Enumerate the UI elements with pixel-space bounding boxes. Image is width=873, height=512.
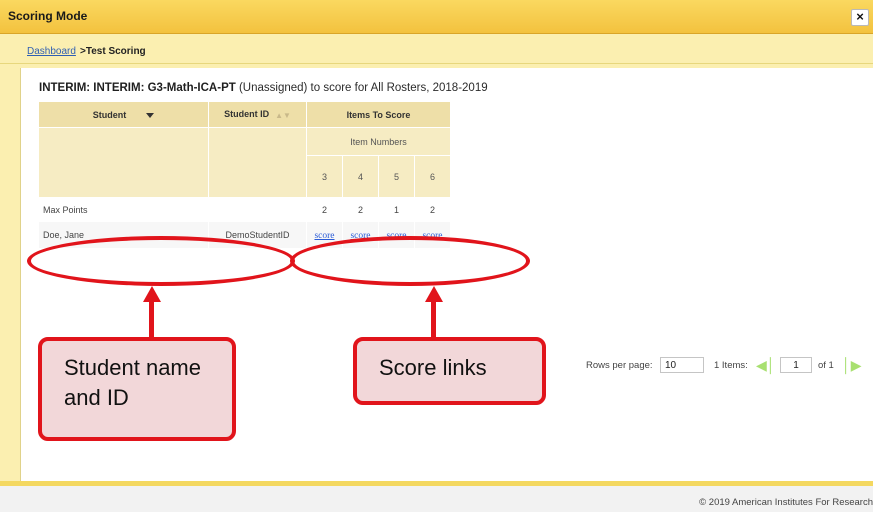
sort-icon[interactable]: ▲▼	[275, 111, 291, 120]
max-points-value: 2	[306, 197, 343, 222]
student-highlight-oval	[27, 236, 295, 286]
header-student[interactable]: Student	[38, 101, 209, 128]
scoring-table: Student Student ID ▲▼ Items To Score Item…	[38, 101, 451, 249]
max-points-value: 1	[378, 197, 415, 222]
arrow-shaft	[149, 300, 154, 340]
header-student-id-label: Student ID	[224, 109, 270, 120]
next-page-icon[interactable]: │▶	[842, 357, 862, 374]
max-points-row: Max Points 2 2 1 2	[38, 197, 451, 222]
header-student-label: Student	[92, 109, 127, 120]
breadcrumb-current: >Test Scoring	[80, 46, 146, 57]
title-bar: Scoring Mode ×	[0, 0, 873, 34]
prev-page-icon[interactable]: ◀│	[756, 357, 776, 374]
header-blank-student	[38, 127, 209, 198]
items-count-label: 1 Items:	[714, 360, 748, 371]
page-total-label: of 1	[818, 360, 834, 371]
item-number: 3	[306, 155, 343, 198]
breadcrumb: Dashboard >Test Scoring	[0, 34, 873, 64]
footer: © 2019 American Institutes For Research	[0, 481, 873, 512]
header-item-numbers: Item Numbers	[306, 127, 451, 156]
copyright-text: © 2019 American Institutes For Research	[699, 497, 873, 508]
max-points-value: 2	[414, 197, 451, 222]
header-student-id[interactable]: Student ID ▲▼	[208, 101, 307, 128]
max-points-blank	[208, 197, 307, 222]
scoring-mode-window: Scoring Mode × Dashboard >Test Scoring I…	[0, 0, 873, 512]
callout-student-name-id: Student name and ID	[38, 337, 236, 441]
score-links-highlight-oval	[290, 236, 530, 286]
close-button[interactable]: ×	[851, 9, 869, 26]
breadcrumb-dashboard-link[interactable]: Dashboard	[27, 46, 76, 57]
rows-per-page-label: Rows per page:	[586, 360, 653, 371]
page-number-input[interactable]: 1	[780, 357, 812, 373]
sort-desc-icon[interactable]	[146, 112, 155, 118]
callout-score-links: Score links	[353, 337, 546, 405]
score-link[interactable]: score	[314, 231, 334, 241]
item-number: 6	[414, 155, 451, 198]
test-scope: (Unassigned) to score for All Rosters, 2…	[235, 82, 488, 94]
rows-per-page-input[interactable]: 10	[660, 357, 704, 373]
item-number: 5	[378, 155, 415, 198]
max-points-label: Max Points	[38, 197, 209, 222]
arrow-shaft	[431, 300, 436, 340]
window-title: Scoring Mode	[8, 9, 88, 23]
header-items-to-score: Items To Score	[306, 101, 451, 128]
max-points-value: 2	[342, 197, 379, 222]
page-heading: INTERIM: INTERIM: G3-Math-ICA-PT (Unassi…	[39, 82, 488, 94]
header-blank-id	[208, 127, 307, 198]
item-number: 4	[342, 155, 379, 198]
test-name: INTERIM: INTERIM: G3-Math-ICA-PT	[39, 82, 236, 94]
